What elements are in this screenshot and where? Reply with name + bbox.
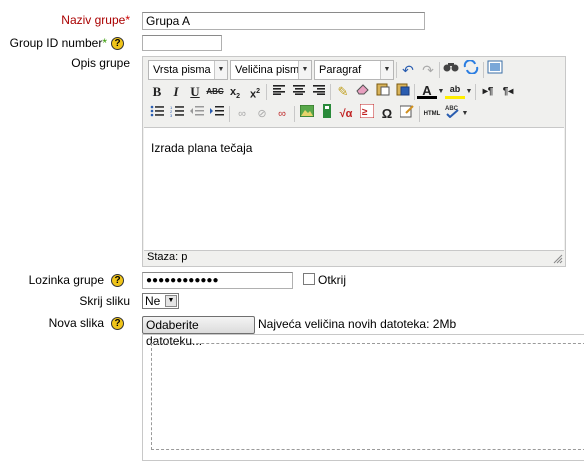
group-name-label: Naziv grupe* bbox=[61, 13, 130, 27]
fullscreen-icon[interactable] bbox=[485, 60, 505, 80]
editor-content-area[interactable]: Izrada plana tečaja bbox=[144, 127, 564, 251]
toolbar-separator bbox=[439, 62, 440, 78]
password-input[interactable]: ●●●●●●●●●●●● bbox=[142, 272, 293, 289]
find-icon[interactable] bbox=[441, 60, 461, 80]
hide-picture-value: Ne bbox=[145, 294, 161, 308]
align-center-icon[interactable] bbox=[289, 82, 309, 102]
indent-icon[interactable] bbox=[207, 104, 227, 124]
toolbar-separator bbox=[229, 106, 230, 122]
toolbar-row-2: B I U ABC x2 x2 ✎ A ▼ ab ▼ ▸¶ ¶◂ bbox=[146, 82, 564, 104]
spellcheck-icon[interactable]: ABC bbox=[442, 104, 462, 124]
toolbar-separator bbox=[419, 106, 420, 122]
equation-icon[interactable]: √α bbox=[336, 104, 356, 124]
toolbar-row-1: Vrsta pisma ▼ Veličina pisma ▼ Paragraf ▼ ↶… bbox=[146, 59, 564, 82]
file-drop-zone[interactable] bbox=[151, 343, 584, 450]
omega-icon[interactable]: Ω bbox=[377, 104, 397, 124]
text-color-icon[interactable]: A bbox=[417, 82, 437, 99]
outdent-icon[interactable] bbox=[187, 104, 207, 124]
media-icon[interactable] bbox=[317, 104, 337, 124]
html-icon[interactable]: HTML bbox=[422, 104, 442, 124]
html-editor: Vrsta pisma ▼ Veličina pisma ▼ Paragraf ▼ ↶… bbox=[142, 56, 566, 267]
chevron-down-icon[interactable]: ▼ bbox=[437, 82, 445, 102]
link-icon[interactable]: ∞ bbox=[232, 104, 252, 124]
group-name-label-text: Naziv grupe bbox=[61, 13, 126, 27]
format-select[interactable]: Paragraf ▼ bbox=[314, 60, 394, 80]
group-name-input[interactable]: Grupa A bbox=[142, 12, 425, 30]
toolbar-separator bbox=[294, 106, 295, 122]
chevron-down-icon: ▼ bbox=[298, 61, 311, 79]
clear-formatting-icon[interactable]: ✎ bbox=[333, 82, 353, 102]
editor-path-status: Staza: p bbox=[147, 251, 188, 263]
paste-text-icon[interactable] bbox=[373, 82, 393, 102]
font-family-select-label: Vrsta pisma bbox=[153, 64, 211, 76]
toolbar-separator bbox=[330, 84, 331, 100]
optional-star: * bbox=[102, 36, 107, 50]
toolbar-separator bbox=[396, 62, 397, 78]
undo-icon[interactable]: ↶ bbox=[398, 60, 418, 80]
paste-word-icon[interactable] bbox=[393, 82, 413, 102]
toolbar-separator bbox=[483, 62, 484, 78]
rtl-icon[interactable]: ¶◂ bbox=[498, 82, 518, 102]
svg-text:≥: ≥ bbox=[362, 107, 368, 118]
chevron-down-icon[interactable]: ▼ bbox=[465, 82, 473, 102]
editor-content-text: Izrada plana tečaja bbox=[151, 141, 253, 155]
format-select-label: Paragraf bbox=[319, 64, 362, 76]
chevron-down-icon: ▼ bbox=[380, 61, 393, 79]
replace-icon[interactable] bbox=[461, 59, 481, 80]
superscript-icon[interactable]: x2 bbox=[245, 82, 265, 102]
ordered-list-icon[interactable]: 123 bbox=[167, 104, 187, 124]
group-id-input[interactable] bbox=[142, 35, 222, 51]
unordered-list-icon[interactable] bbox=[147, 104, 167, 124]
ltr-icon[interactable]: ▸¶ bbox=[478, 82, 498, 102]
chevron-down-icon: ▼ bbox=[214, 61, 227, 79]
help-icon[interactable]: ? bbox=[111, 274, 124, 287]
underline-icon[interactable]: U bbox=[185, 82, 205, 102]
reveal-password-checkbox[interactable] bbox=[303, 273, 315, 285]
subscript-icon[interactable]: x2 bbox=[225, 82, 245, 102]
choose-file-button[interactable]: Odaberite datoteku... bbox=[142, 316, 255, 348]
edit-icon[interactable] bbox=[397, 104, 417, 124]
toolbar-row-3: 123 ∞ ⊘ ∞ √α ≥ Ω HTML ABC ▼ bbox=[146, 103, 564, 126]
chevron-down-icon: ▼ bbox=[165, 295, 177, 307]
unlink-icon[interactable]: ⊘ bbox=[252, 104, 272, 124]
hide-picture-select[interactable]: Ne ▼ bbox=[142, 293, 179, 309]
required-star: * bbox=[125, 13, 130, 27]
bold-icon[interactable]: B bbox=[147, 82, 167, 102]
image-icon[interactable] bbox=[297, 104, 317, 124]
anchor-icon[interactable]: ∞ bbox=[272, 104, 292, 124]
hide-picture-label: Skrij sliku bbox=[79, 294, 130, 308]
reveal-password-label: Otkrij bbox=[318, 273, 346, 287]
description-label: Opis grupe bbox=[71, 56, 130, 70]
special-char-icon[interactable]: ≥ bbox=[357, 103, 377, 124]
password-label: Lozinka grupe bbox=[28, 273, 104, 287]
italic-icon[interactable]: I bbox=[166, 82, 186, 102]
font-size-select[interactable]: Veličina pisma ▼ bbox=[230, 60, 312, 80]
toolbar-separator bbox=[475, 84, 476, 100]
group-id-label: Group ID number* bbox=[10, 36, 107, 50]
toolbar-separator bbox=[266, 84, 267, 100]
help-icon[interactable]: ? bbox=[111, 317, 124, 330]
max-file-size-text: Najveća veličina novih datoteka: 2Mb bbox=[258, 317, 457, 331]
svg-text:3: 3 bbox=[170, 113, 173, 117]
eraser-icon[interactable] bbox=[353, 82, 373, 102]
redo-icon[interactable]: ↷ bbox=[418, 60, 438, 80]
align-right-icon[interactable] bbox=[309, 82, 329, 102]
group-id-label-text: Group ID number bbox=[9, 36, 103, 50]
font-family-select[interactable]: Vrsta pisma ▼ bbox=[148, 60, 228, 80]
align-left-icon[interactable] bbox=[269, 82, 289, 102]
file-drop-area[interactable] bbox=[142, 334, 584, 461]
font-size-select-label: Veličina pisma bbox=[235, 64, 306, 76]
help-icon[interactable]: ? bbox=[111, 37, 124, 50]
new-picture-label: Nova slika bbox=[48, 316, 104, 330]
background-color-icon[interactable]: ab bbox=[445, 82, 465, 99]
chevron-down-icon[interactable]: ▼ bbox=[461, 104, 469, 124]
strikethrough-icon[interactable]: ABC bbox=[205, 82, 225, 102]
resize-grip-icon[interactable] bbox=[553, 254, 563, 264]
toolbar-separator bbox=[414, 84, 415, 100]
